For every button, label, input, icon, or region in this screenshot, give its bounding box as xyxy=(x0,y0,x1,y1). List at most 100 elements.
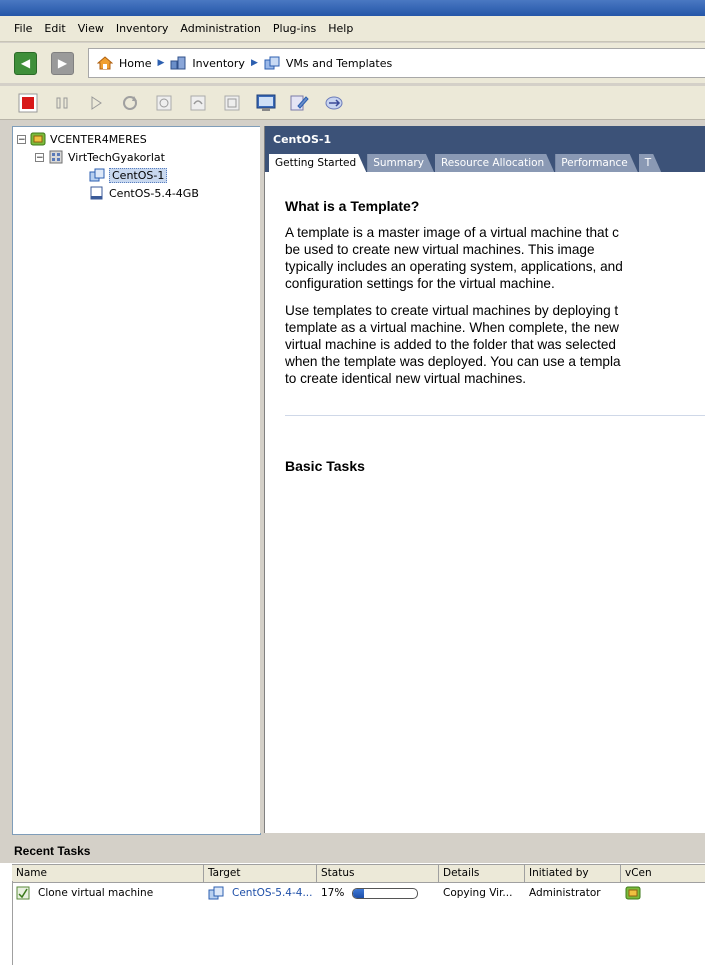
forward-arrow-icon: ▶ xyxy=(57,56,68,70)
tree-node-centos-5-4[interactable]: CentOS-5.4-4GB xyxy=(89,185,199,201)
collapse-icon[interactable]: − xyxy=(35,152,44,162)
menu-administration[interactable]: Administration xyxy=(180,22,261,35)
snapshot-manager-button[interactable] xyxy=(220,91,244,115)
tree-label: VCENTER4MERES xyxy=(50,132,147,146)
tab-summary[interactable]: Summary xyxy=(367,154,434,172)
column-status[interactable]: Status xyxy=(317,865,439,882)
template-description: A template is a master image of a virtua… xyxy=(285,224,705,292)
datacenter-icon xyxy=(49,150,63,164)
console-button[interactable] xyxy=(254,91,278,115)
tree-node-centos-1[interactable]: CentOS-1 xyxy=(89,167,168,183)
tab-resource-allocation[interactable]: Resource Allocation xyxy=(435,154,554,172)
window-title-bar xyxy=(0,0,705,16)
tree-label: VirtTechGyakorlat xyxy=(68,150,165,164)
task-initiated-by: Administrator xyxy=(529,887,601,899)
text-line: virtual machine is added to the folder t… xyxy=(285,337,616,352)
template-icon xyxy=(89,168,105,182)
task-status: 17% xyxy=(321,887,345,899)
breadcrumb-separator-icon: ▶ xyxy=(157,58,165,68)
home-icon xyxy=(97,56,113,70)
breadcrumb: Home ▶ Inventory ▶ VMs and Templates xyxy=(88,48,705,78)
power-on-icon xyxy=(91,95,102,110)
column-name[interactable]: Name xyxy=(12,865,204,882)
task-target[interactable]: CentOS-5.4-4... xyxy=(232,887,312,899)
object-title: CentOS-1 xyxy=(265,126,705,152)
menu-inventory[interactable]: Inventory xyxy=(116,22,169,35)
column-vcenter[interactable]: vCen xyxy=(621,865,705,882)
menu-view[interactable]: View xyxy=(78,22,104,35)
template-usage: Use templates to create virtual machines… xyxy=(285,302,705,387)
migrate-icon xyxy=(325,96,343,109)
vms-templates-icon xyxy=(264,56,280,70)
revert-snapshot-button[interactable] xyxy=(186,91,210,115)
vm-icon xyxy=(90,186,103,200)
task-name: Clone virtual machine xyxy=(38,887,154,899)
column-target[interactable]: Target xyxy=(204,865,317,882)
task-progress-bar xyxy=(352,887,419,899)
task-status-cell: 17% xyxy=(317,887,439,899)
task-details-cell: Copying Vir... xyxy=(439,887,525,899)
migrate-button[interactable] xyxy=(322,91,346,115)
inventory-tree: − VCENTER4MERES − VirtTechGyakorlat Cent… xyxy=(12,126,261,835)
suspend-icon xyxy=(56,97,68,108)
edit-settings-button[interactable] xyxy=(288,91,312,115)
power-on-button[interactable] xyxy=(84,91,108,115)
forward-button[interactable]: ▶ xyxy=(51,51,74,75)
power-off-icon xyxy=(18,93,38,112)
table-row[interactable]: Clone virtual machine CentOS-5.4-4... 17… xyxy=(12,884,705,902)
inventory-icon xyxy=(170,56,186,70)
console-icon xyxy=(256,94,276,111)
divider xyxy=(285,415,705,416)
recent-tasks-title: Recent Tasks xyxy=(0,838,705,863)
clone-task-icon xyxy=(16,886,30,900)
details-pane: CentOS-1 Getting Started Summary Resourc… xyxy=(264,126,705,833)
column-details[interactable]: Details xyxy=(439,865,525,882)
vcenter-icon xyxy=(625,886,641,900)
column-initiated-by[interactable]: Initiated by xyxy=(525,865,621,882)
tab-strip: Getting Started Summary Resource Allocat… xyxy=(265,152,705,172)
task-details: Copying Vir... xyxy=(443,887,513,899)
tasks-table-header: Name Target Status Details Initiated by … xyxy=(12,864,705,883)
back-button[interactable]: ◀ xyxy=(14,51,37,75)
task-vcenter-cell xyxy=(621,886,705,900)
text-line: to create identical new virtual machines… xyxy=(285,371,527,386)
breadcrumb-home[interactable]: Home xyxy=(119,57,151,70)
task-target-cell[interactable]: CentOS-5.4-4... xyxy=(204,886,317,900)
tree-label-selected: CentOS-1 xyxy=(109,167,168,183)
menu-plugins[interactable]: Plug-ins xyxy=(273,22,316,35)
collapse-icon[interactable]: − xyxy=(17,134,26,144)
tab-truncated[interactable]: T xyxy=(639,154,661,172)
vcenter-icon xyxy=(30,132,46,146)
text-line: when the template was deployed. You can … xyxy=(285,354,621,369)
snapshot-manager-icon xyxy=(224,95,240,110)
task-name-cell: Clone virtual machine xyxy=(12,886,204,900)
suspend-button[interactable] xyxy=(50,91,74,115)
tab-performance[interactable]: Performance xyxy=(555,154,638,172)
breadcrumb-inventory[interactable]: Inventory xyxy=(192,57,245,70)
basic-tasks-heading: Basic Tasks xyxy=(285,458,365,474)
getting-started-content: What is a Template? A template is a mast… xyxy=(265,172,705,484)
menu-file[interactable]: File xyxy=(14,22,32,35)
reset-button[interactable] xyxy=(118,91,142,115)
back-arrow-icon: ◀ xyxy=(20,56,31,70)
text-line: template as a virtual machine. When comp… xyxy=(285,320,619,335)
snapshot-button[interactable] xyxy=(152,91,176,115)
tree-node-vcenter[interactable]: − VCENTER4MERES xyxy=(17,131,147,147)
text-line: A template is a master image of a virtua… xyxy=(285,225,619,240)
tree-node-datacenter[interactable]: − VirtTechGyakorlat xyxy=(35,149,165,165)
text-line: typically includes an operating system, … xyxy=(285,259,623,274)
reset-icon xyxy=(123,95,137,110)
power-off-button[interactable] xyxy=(16,91,40,115)
text-line: be used to create new virtual machines. … xyxy=(285,242,595,257)
progress-fill xyxy=(353,888,365,898)
text-line: Use templates to create virtual machines… xyxy=(285,303,619,318)
task-initiated-cell: Administrator xyxy=(525,887,621,899)
menu-edit[interactable]: Edit xyxy=(44,22,65,35)
tab-getting-started[interactable]: Getting Started xyxy=(269,154,366,172)
text-line: configuration settings for the virtual m… xyxy=(285,276,555,291)
breadcrumb-vms-templates[interactable]: VMs and Templates xyxy=(286,57,392,70)
menu-help[interactable]: Help xyxy=(328,22,353,35)
snapshot-icon xyxy=(156,95,172,110)
navigation-bar: ◀ ▶ Home ▶ Inventory ▶ VMs and Templates xyxy=(0,43,705,83)
breadcrumb-separator-icon: ▶ xyxy=(250,58,258,68)
